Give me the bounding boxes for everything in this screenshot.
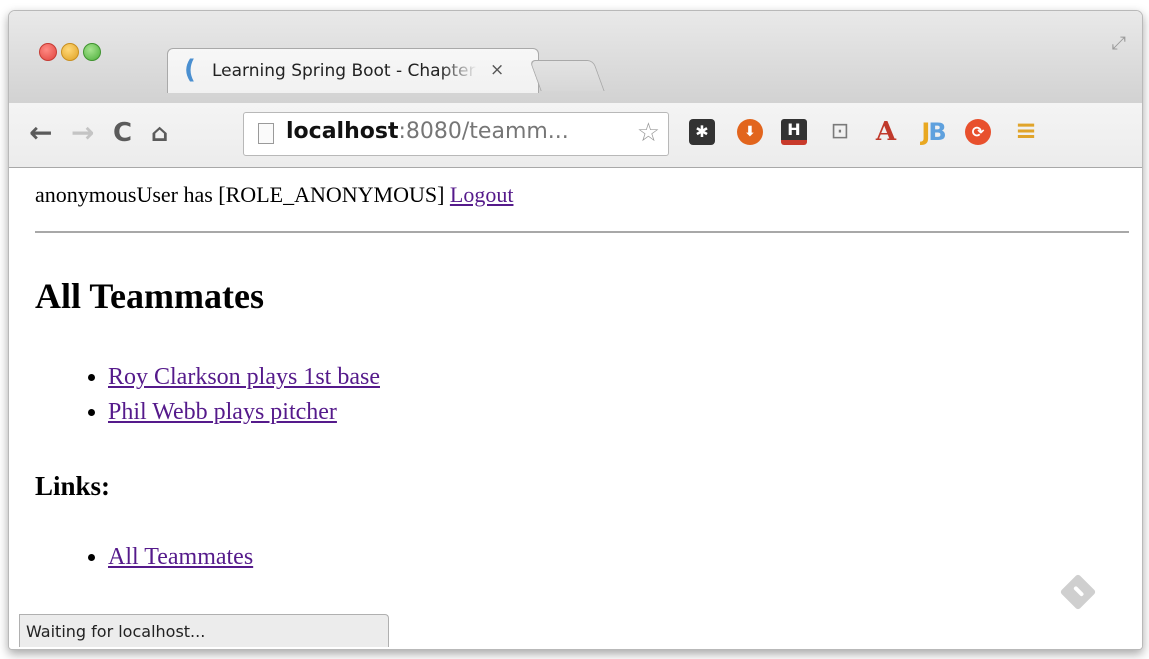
zoom-window-button[interactable] — [83, 43, 101, 61]
page-heading: All Teammates — [35, 276, 264, 316]
bookmark-star-icon[interactable]: ☆ — [637, 118, 660, 148]
h-extension-icon[interactable]: H — [781, 119, 807, 145]
user-status-line: anonymousUser has [ROLE_ANONYMOUS] Logou… — [35, 182, 513, 208]
list-item: Roy Clarkson plays 1st base — [108, 360, 380, 395]
forward-icon[interactable]: → — [71, 115, 94, 151]
fullscreen-icon[interactable]: ⤢ — [1112, 33, 1126, 54]
close-window-button[interactable] — [39, 43, 57, 61]
sync-extension-icon[interactable]: ⟳ — [965, 119, 991, 145]
all-teammates-link[interactable]: All Teammates — [108, 544, 253, 570]
url-host: localhost — [286, 119, 399, 144]
list-item: All Teammates — [108, 540, 253, 575]
cast-icon[interactable]: ⊡ — [827, 119, 853, 145]
divider — [35, 231, 1129, 233]
new-tab-button[interactable] — [529, 60, 605, 91]
browser-toolbar: ← → C ⌂ localhost:8080/teamm... ☆ ✱ ⬇ H … — [9, 103, 1142, 168]
spring-leaf-icon: ( — [184, 55, 196, 85]
user-role-text: anonymousUser has [ROLE_ANONYMOUS] — [35, 182, 445, 207]
puzzle-extension-icon[interactable]: ✱ — [689, 119, 715, 145]
teammates-list: Roy Clarkson plays 1st base Phil Webb pl… — [35, 360, 380, 430]
tab-close-icon[interactable]: × — [490, 60, 504, 80]
page-content: anonymousUser has [ROLE_ANONYMOUS] Logou… — [9, 168, 1142, 649]
teammate-link[interactable]: Phil Webb plays pitcher — [108, 399, 337, 425]
tab-title: Learning Spring Boot - Chapter — [212, 61, 476, 81]
links-list: All Teammates — [35, 540, 253, 575]
page-icon — [258, 123, 274, 144]
logout-link[interactable]: Logout — [450, 182, 514, 207]
download-extension-icon[interactable]: ⬇ — [737, 119, 763, 145]
minimize-window-button[interactable] — [61, 43, 79, 61]
home-icon[interactable]: ⌂ — [151, 115, 168, 151]
teammate-link[interactable]: Roy Clarkson plays 1st base — [108, 364, 380, 390]
status-bar: Waiting for localhost... — [19, 614, 389, 647]
acrobat-extension-icon[interactable]: A — [873, 119, 899, 145]
jb-extension-icon[interactable]: JB — [917, 119, 949, 145]
tab-learning-spring-boot[interactable]: ( Learning Spring Boot - Chapter × — [167, 48, 539, 93]
jb-letter-b: B — [928, 118, 946, 146]
reload-icon[interactable]: C — [113, 115, 132, 151]
links-heading: Links: — [35, 471, 111, 501]
list-item: Phil Webb plays pitcher — [108, 395, 380, 430]
url-path: :8080/teamm... — [398, 119, 569, 144]
url-text[interactable]: localhost:8080/teamm... — [286, 119, 569, 144]
back-icon[interactable]: ← — [29, 115, 52, 151]
menu-icon[interactable]: ≡ — [1013, 118, 1039, 145]
browser-window: ( Learning Spring Boot - Chapter × ⤢ ← →… — [8, 10, 1143, 650]
tab-strip: ( Learning Spring Boot - Chapter × ⤢ — [9, 11, 1142, 103]
address-bar[interactable]: localhost:8080/teamm... ☆ — [243, 112, 669, 156]
